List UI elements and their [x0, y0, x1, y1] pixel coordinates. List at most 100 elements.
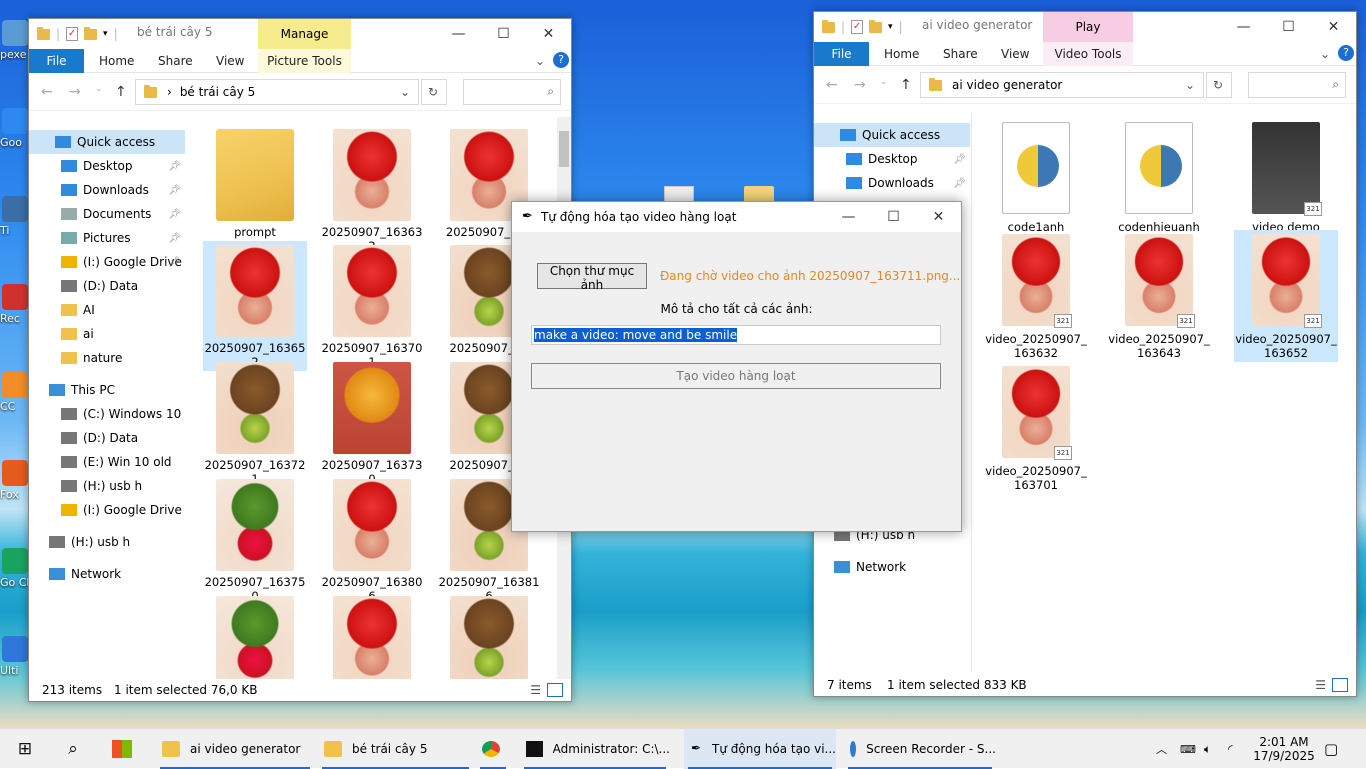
- nav-item[interactable]: (D:) Data: [29, 274, 185, 298]
- nav-item[interactable]: This PC: [29, 378, 185, 402]
- taskbar-item[interactable]: Screen Recorder - S...: [844, 729, 996, 769]
- new-folder-icon[interactable]: [869, 19, 883, 33]
- context-tab-manage[interactable]: Manage: [258, 19, 351, 49]
- taskbar-item[interactable]: ai video generator: [156, 729, 314, 769]
- close-icon[interactable]: ✕: [526, 19, 571, 49]
- minimize-icon[interactable]: —: [436, 19, 481, 49]
- file-item[interactable]: prompt: [203, 125, 307, 241]
- nav-item[interactable]: (D:) Data: [29, 426, 185, 450]
- nav-item[interactable]: Pictures 📌︎: [29, 226, 185, 250]
- file-item[interactable]: code1anh: [984, 118, 1088, 236]
- nav-item[interactable]: (H:) usb h: [29, 530, 185, 554]
- nav-item[interactable]: Network: [814, 555, 970, 579]
- desktop-shortcut[interactable]: CC: [0, 372, 30, 413]
- chevron-down-icon[interactable]: ⌄: [1185, 78, 1195, 92]
- maximize-icon[interactable]: ☐: [871, 202, 916, 232]
- nav-item[interactable]: nature: [29, 346, 185, 370]
- tab-view[interactable]: View: [216, 54, 244, 68]
- recent-locations-icon[interactable]: ⌄: [880, 77, 888, 87]
- details-view-icon[interactable]: ☰: [1315, 678, 1326, 692]
- forward-icon[interactable]: →: [69, 84, 81, 100]
- address-box[interactable]: ai video generator ⌄: [920, 72, 1204, 98]
- details-view-icon[interactable]: ☰: [530, 683, 541, 697]
- start-icon[interactable]: ⊞: [10, 729, 40, 769]
- large-icons-view-icon[interactable]: [1332, 678, 1348, 692]
- file-item[interactable]: 20250907_163750: [203, 475, 307, 605]
- minimize-icon[interactable]: —: [826, 202, 871, 232]
- search-input[interactable]: ⌕: [463, 79, 561, 105]
- clock[interactable]: 2:01 AM 17/9/2025: [1252, 729, 1316, 769]
- chevron-down-icon[interactable]: ⌄: [400, 85, 410, 99]
- expand-ribbon-icon[interactable]: ⌄: [535, 54, 545, 68]
- tab-picture-tools[interactable]: Picture Tools: [258, 49, 351, 73]
- back-icon[interactable]: ←: [41, 84, 53, 100]
- nav-item[interactable]: (E:) Win 10 old: [29, 450, 185, 474]
- taskbar-item[interactable]: Administrator: C:\...: [520, 729, 670, 769]
- network-icon[interactable]: ◜: [1228, 729, 1233, 769]
- tab-home[interactable]: Home: [99, 54, 134, 68]
- customize-qat-icon[interactable]: ▾: [103, 29, 108, 39]
- dialog-title-bar[interactable]: ✒ Tự động hóa tạo video hàng loạt — ☐ ✕: [512, 202, 961, 232]
- desktop-shortcut[interactable]: Ulti: [0, 636, 30, 677]
- address-box[interactable]: › bé trái cây 5 ⌄: [135, 79, 419, 105]
- title-bar[interactable]: | ✓ ▾ | bé trái cây 5 Manage — ☐ ✕: [29, 19, 571, 49]
- close-icon[interactable]: ✕: [916, 202, 961, 232]
- file-item[interactable]: 20250907_163730: [320, 358, 424, 488]
- file-item[interactable]: 20250907_163632: [320, 125, 424, 255]
- back-icon[interactable]: ←: [826, 77, 838, 93]
- taskbar-item[interactable]: ✒ Tự động hóa tạo vi...: [684, 729, 836, 769]
- volume-icon[interactable]: 🔈︎: [1204, 729, 1211, 769]
- desktop-shortcut[interactable]: Go Ch: [0, 548, 30, 589]
- file-item[interactable]: [437, 592, 541, 679]
- file-item[interactable]: 321 video_20250907_163632: [984, 230, 1088, 362]
- file-tab[interactable]: File: [29, 49, 84, 73]
- create-batch-video-button[interactable]: Tạo video hàng loạt: [531, 363, 941, 389]
- tab-view[interactable]: View: [1001, 47, 1029, 61]
- file-tab[interactable]: File: [814, 42, 869, 66]
- search-input[interactable]: ⌕: [1248, 72, 1346, 98]
- minimize-icon[interactable]: —: [1221, 12, 1266, 42]
- input-method-icon[interactable]: ⌨: [1180, 729, 1196, 769]
- large-icons-view-icon[interactable]: [547, 683, 563, 697]
- taskbar-item[interactable]: [476, 729, 510, 769]
- nav-item[interactable]: (C:) Windows 10: [29, 402, 185, 426]
- nav-item[interactable]: Downloads 📌︎: [29, 178, 185, 202]
- show-hidden-icons-icon[interactable]: ︿: [1156, 729, 1167, 769]
- choose-folder-button[interactable]: Chọn thư mục ảnh: [537, 263, 647, 292]
- tab-video-tools[interactable]: Video Tools: [1043, 42, 1133, 66]
- file-item[interactable]: [320, 592, 424, 679]
- file-item[interactable]: 20250907_163701: [320, 241, 424, 371]
- up-icon[interactable]: ↑: [900, 77, 912, 93]
- help-icon[interactable]: ?: [553, 52, 569, 68]
- properties-icon[interactable]: ✓: [66, 27, 79, 41]
- nav-item[interactable]: Quick access: [814, 123, 970, 147]
- customize-qat-icon[interactable]: ▾: [888, 22, 893, 32]
- desktop-shortcut[interactable]: Fox: [0, 460, 30, 501]
- desktop-shortcut[interactable]: pexe: [0, 20, 30, 61]
- tab-share[interactable]: Share: [158, 54, 193, 68]
- file-item[interactable]: 321 video demo: [1234, 118, 1338, 236]
- prompt-input[interactable]: make a video: move and be smile: [531, 325, 941, 345]
- nav-item[interactable]: (H:) usb h: [29, 474, 185, 498]
- maximize-icon[interactable]: ☐: [481, 19, 526, 49]
- file-item[interactable]: codenhieuanh: [1107, 118, 1211, 236]
- store-icon[interactable]: [106, 729, 138, 769]
- scrollbar-thumb[interactable]: [559, 131, 569, 167]
- nav-item[interactable]: Network: [29, 562, 185, 586]
- notification-icon[interactable]: ▢: [1324, 729, 1338, 769]
- title-bar[interactable]: | ✓ ▾ | ai video generator Play — ☐ ✕: [814, 12, 1356, 42]
- desktop-shortcut[interactable]: Ti: [0, 196, 30, 237]
- explorer-window-left[interactable]: | ✓ ▾ | bé trái cây 5 Manage — ☐ ✕ File …: [28, 18, 572, 702]
- file-item[interactable]: 20250907_163806: [320, 475, 424, 605]
- file-item[interactable]: 321 video_20250907_163652: [1234, 230, 1338, 362]
- nav-item[interactable]: Downloads 📌︎: [814, 171, 970, 195]
- help-icon[interactable]: ?: [1338, 45, 1354, 61]
- batch-video-dialog[interactable]: ✒ Tự động hóa tạo video hàng loạt — ☐ ✕ …: [511, 201, 962, 532]
- up-icon[interactable]: ↑: [115, 84, 127, 100]
- nav-item[interactable]: (I:) Google Drive: [29, 498, 185, 522]
- context-tab-play[interactable]: Play: [1043, 12, 1133, 42]
- file-item[interactable]: 321 video_20250907_163701: [984, 362, 1088, 494]
- tab-share[interactable]: Share: [943, 47, 978, 61]
- nav-item[interactable]: ai: [29, 322, 185, 346]
- expand-ribbon-icon[interactable]: ⌄: [1320, 47, 1330, 61]
